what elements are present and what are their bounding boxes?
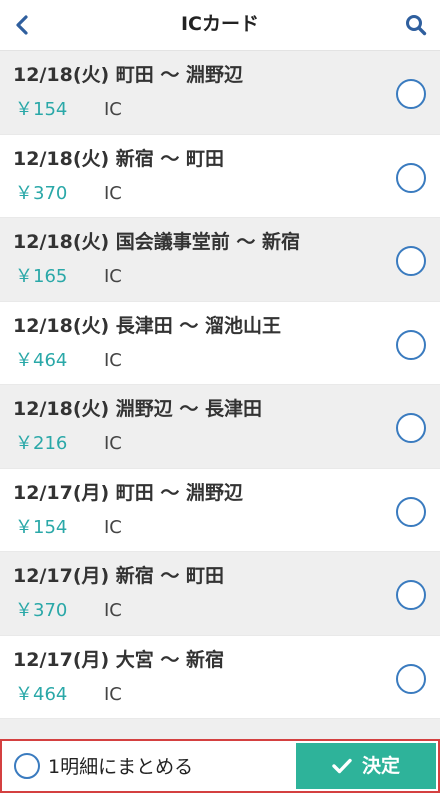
transaction-type: IC <box>104 433 122 454</box>
transaction-route: 12/17(月) 新宿 〜 町田 <box>13 565 225 587</box>
transaction-amount: ￥370 <box>15 600 68 621</box>
select-radio[interactable] <box>396 79 426 109</box>
transaction-amount: ￥464 <box>15 349 68 371</box>
transaction-type: IC <box>104 182 122 204</box>
transaction-row[interactable]: 12/18(火) 町田 〜 淵野辺 ￥154 IC <box>0 51 440 135</box>
page-title: ICカード <box>180 13 259 35</box>
select-radio[interactable] <box>396 663 426 694</box>
merge-radio[interactable] <box>14 753 40 779</box>
transaction-route: 12/17(月) 大宮 〜 新宿 <box>13 648 225 671</box>
transaction-row[interactable]: 12/17(月) 町田 〜 淵野辺 ￥154 IC <box>0 468 440 552</box>
select-radio[interactable] <box>396 413 426 443</box>
select-radio[interactable] <box>396 329 426 360</box>
transaction-type: IC <box>104 349 122 371</box>
transaction-amount: ￥154 <box>15 99 68 120</box>
select-radio[interactable] <box>396 496 426 527</box>
app-screen: ICカード 12/18(火) 町田 〜 淵野辺 ￥154 IC 12/18(火)… <box>0 0 440 793</box>
confirm-label: 決定 <box>361 755 400 777</box>
search-icon <box>406 15 427 36</box>
transaction-amount: ￥154 <box>15 516 68 538</box>
confirm-button[interactable]: 決定 <box>296 743 436 789</box>
transaction-type: IC <box>104 99 122 120</box>
transaction-route: 12/18(火) 淵野辺 〜 長津田 <box>13 398 263 420</box>
app-header: ICカード <box>0 0 440 51</box>
check-icon <box>332 758 352 774</box>
transaction-type: IC <box>104 516 122 538</box>
search-button[interactable] <box>400 9 432 41</box>
transaction-route: 12/18(火) 長津田 〜 溜池山王 <box>13 314 282 337</box>
transaction-route: 12/18(火) 国会議事堂前 〜 新宿 <box>13 231 301 253</box>
transaction-row-partial <box>0 719 440 741</box>
transaction-amount: ￥165 <box>15 266 68 287</box>
merge-label: 1明細にまとめる <box>48 756 194 778</box>
transaction-type: IC <box>104 266 122 287</box>
transaction-type: IC <box>104 600 122 621</box>
transaction-route: 12/18(火) 新宿 〜 町田 <box>13 147 225 170</box>
transaction-amount: ￥464 <box>15 683 68 705</box>
transaction-amount: ￥370 <box>15 182 68 204</box>
transaction-row[interactable]: 12/17(月) 新宿 〜 町田 ￥370 IC <box>0 552 440 636</box>
transaction-row[interactable]: 12/18(火) 国会議事堂前 〜 新宿 ￥165 IC <box>0 218 440 302</box>
transaction-row[interactable]: 12/18(火) 長津田 〜 溜池山王 ￥464 IC <box>0 301 440 385</box>
transaction-route: 12/17(月) 町田 〜 淵野辺 <box>13 481 244 504</box>
transaction-route: 12/18(火) 町田 〜 淵野辺 <box>13 64 244 86</box>
transaction-row[interactable]: 12/17(月) 大宮 〜 新宿 ￥464 IC <box>0 635 440 719</box>
transaction-amount: ￥216 <box>15 433 68 454</box>
transaction-row[interactable]: 12/18(火) 新宿 〜 町田 ￥370 IC <box>0 134 440 218</box>
action-footer: 1明細にまとめる 決定 <box>0 739 440 793</box>
select-radio[interactable] <box>396 580 426 610</box>
merge-toggle[interactable]: 1明細にまとめる <box>4 743 294 789</box>
select-radio[interactable] <box>396 246 426 276</box>
select-radio[interactable] <box>396 162 426 193</box>
transaction-list: 12/18(火) 町田 〜 淵野辺 ￥154 IC 12/18(火) 新宿 〜 … <box>0 51 440 741</box>
transaction-row[interactable]: 12/18(火) 淵野辺 〜 長津田 ￥216 IC <box>0 385 440 469</box>
transaction-type: IC <box>104 683 122 705</box>
